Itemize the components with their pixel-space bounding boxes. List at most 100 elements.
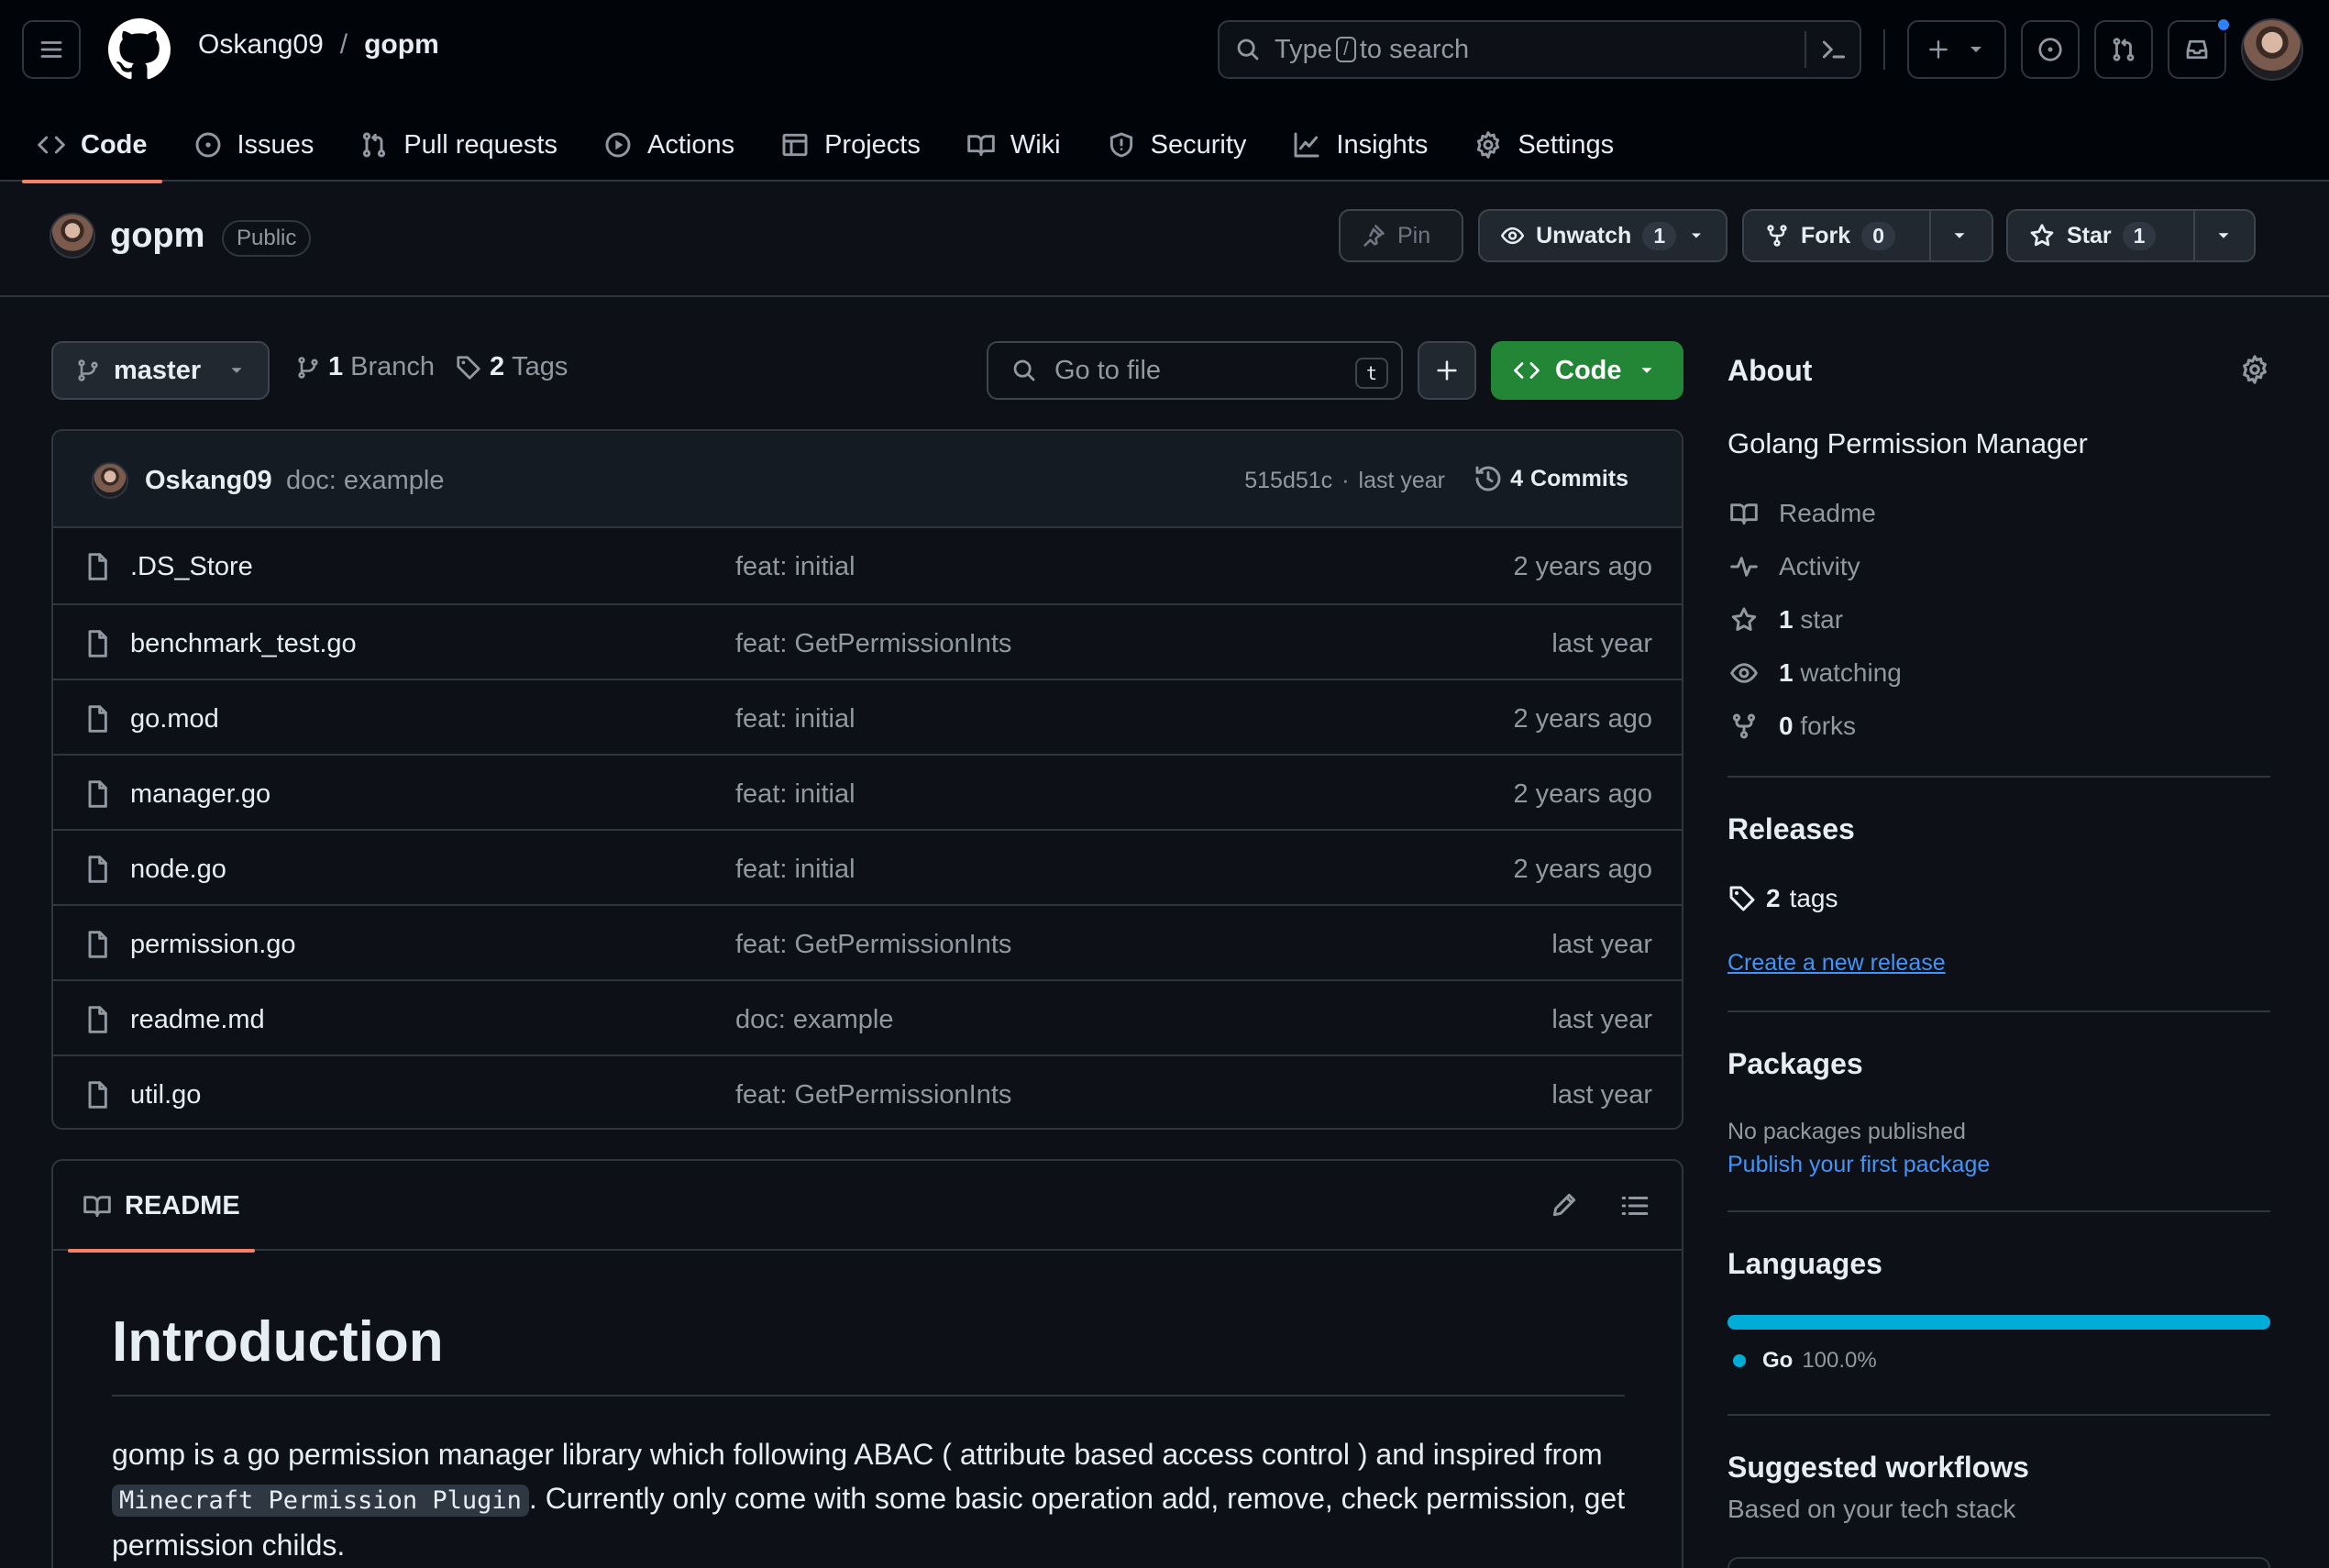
fork-button[interactable]: Fork 0 bbox=[1742, 209, 1993, 262]
commit-time: last year bbox=[1358, 468, 1445, 493]
file-commit-message[interactable]: feat: initial bbox=[735, 779, 855, 810]
search-input[interactable]: Type / to search bbox=[1218, 20, 1861, 79]
breadcrumb-repo[interactable]: gopm bbox=[364, 29, 439, 61]
tag-icon bbox=[1729, 886, 1755, 911]
file-commit-time: 2 years ago bbox=[1513, 552, 1652, 581]
readme-link[interactable]: Readme bbox=[1727, 499, 1876, 528]
pull-requests-button[interactable] bbox=[2094, 20, 2153, 79]
eye-icon bbox=[1501, 226, 1525, 245]
file-commit-message[interactable]: feat: GetPermissionInts bbox=[735, 629, 1011, 659]
command-palette-icon[interactable] bbox=[1819, 35, 1849, 64]
gear-icon[interactable] bbox=[2239, 354, 2270, 385]
file-row[interactable]: util.go feat: GetPermissionInts last year bbox=[53, 1055, 1682, 1128]
language-percent: 100.0% bbox=[1802, 1348, 1877, 1373]
user-avatar[interactable] bbox=[2241, 18, 2303, 81]
forks-link[interactable]: 0 forks bbox=[1727, 712, 1856, 741]
add-file-button[interactable] bbox=[1418, 341, 1476, 400]
file-name[interactable]: .DS_Store bbox=[130, 552, 253, 582]
menu-button[interactable] bbox=[22, 20, 81, 79]
file-row[interactable]: .DS_Store feat: initial 2 years ago bbox=[53, 528, 1682, 603]
commit-meta: 515d51c · last year bbox=[1244, 468, 1445, 494]
language-legend-item[interactable]: Go 100.0% bbox=[1733, 1348, 1877, 1374]
file-name[interactable]: manager.go bbox=[130, 779, 270, 810]
fork-dropdown-button[interactable] bbox=[1929, 211, 1988, 260]
languages-heading: Languages bbox=[1727, 1247, 1882, 1280]
create-new-button[interactable] bbox=[1907, 20, 2006, 79]
code-button[interactable]: Code bbox=[1491, 341, 1683, 400]
file-row[interactable]: permission.go feat: GetPermissionInts last… bbox=[53, 904, 1682, 979]
readme-tab[interactable]: README bbox=[68, 1161, 255, 1253]
release-tags-link[interactable]: 2 tags bbox=[1727, 884, 1838, 913]
tab-settings[interactable]: Settings bbox=[1459, 108, 1628, 182]
file-name[interactable]: benchmark_test.go bbox=[130, 629, 357, 659]
publish-package-link[interactable]: Publish your first package bbox=[1727, 1152, 1990, 1178]
file-name[interactable]: permission.go bbox=[130, 930, 296, 960]
tab-pull-requests[interactable]: Pull requests bbox=[345, 108, 572, 182]
issues-button[interactable] bbox=[2021, 20, 2080, 79]
pin-button[interactable]: Pin bbox=[1339, 209, 1463, 262]
file-name[interactable]: go.mod bbox=[130, 704, 219, 734]
create-release-link[interactable]: Create a new release bbox=[1727, 950, 1946, 977]
commit-author[interactable]: Oskang09 bbox=[145, 466, 272, 496]
commit-message[interactable]: doc: example bbox=[286, 466, 445, 496]
file-row[interactable]: benchmark_test.go feat: GetPermissionInts… bbox=[53, 603, 1682, 679]
star-dropdown-button[interactable] bbox=[2193, 211, 2252, 260]
go-to-file-input[interactable]: Go to file t bbox=[987, 341, 1403, 400]
file-commit-message[interactable]: doc: example bbox=[735, 1005, 894, 1035]
file-commit-time: 2 years ago bbox=[1513, 855, 1652, 884]
github-logo-icon[interactable] bbox=[108, 18, 171, 81]
file-commit-message[interactable]: feat: GetPermissionInts bbox=[735, 1080, 1011, 1110]
file-row[interactable]: readme.md doc: example last year bbox=[53, 979, 1682, 1055]
watching-link[interactable]: 1 watching bbox=[1727, 658, 1902, 688]
file-commit-message[interactable]: feat: initial bbox=[735, 855, 855, 885]
file-name[interactable]: node.go bbox=[130, 855, 226, 885]
tab-security[interactable]: Security bbox=[1092, 108, 1262, 182]
watching-label: watching bbox=[1800, 658, 1902, 687]
file-name[interactable]: readme.md bbox=[130, 1005, 265, 1035]
visibility-badge: Public bbox=[222, 220, 312, 257]
commit-sha[interactable]: 515d51c bbox=[1244, 468, 1332, 494]
tab-issues[interactable]: Issues bbox=[179, 108, 329, 182]
workflow-card[interactable] bbox=[1727, 1557, 2270, 1568]
file-row[interactable]: node.go feat: initial 2 years ago bbox=[53, 829, 1682, 904]
file-commit-message[interactable]: feat: GetPermissionInts bbox=[735, 930, 1011, 960]
file-commit-message[interactable]: feat: initial bbox=[735, 552, 855, 582]
unwatch-button[interactable]: Unwatch 1 bbox=[1478, 209, 1727, 262]
sidebar-divider bbox=[1727, 1210, 2270, 1212]
star-icon bbox=[1731, 607, 1757, 631]
file-row[interactable]: go.mod feat: initial 2 years ago bbox=[53, 679, 1682, 754]
tags-link[interactable]: 2 Tags bbox=[455, 352, 568, 382]
stars-link[interactable]: 1 star bbox=[1727, 605, 1843, 635]
caret-down-icon bbox=[1954, 233, 1965, 238]
code-icon bbox=[1514, 362, 1540, 379]
releases-heading[interactable]: Releases bbox=[1727, 812, 1855, 846]
repo-owner-avatar[interactable] bbox=[50, 213, 95, 259]
repo-title[interactable]: gopm bbox=[110, 216, 204, 256]
header-divider bbox=[1883, 29, 1885, 70]
branch-selector[interactable]: master bbox=[51, 341, 270, 400]
tab-actions[interactable]: Actions bbox=[589, 108, 749, 182]
branches-link[interactable]: 1 Branch bbox=[295, 352, 435, 382]
pencil-icon[interactable] bbox=[1550, 1190, 1579, 1220]
tab-projects[interactable]: Projects bbox=[766, 108, 935, 182]
tag-label: Tags bbox=[512, 352, 568, 381]
tab-insights[interactable]: Insights bbox=[1277, 108, 1442, 182]
tab-wiki[interactable]: Wiki bbox=[952, 108, 1076, 182]
tab-label: Wiki bbox=[1010, 129, 1061, 160]
star-button[interactable]: Star 1 bbox=[2006, 209, 2256, 262]
commit-author-avatar[interactable] bbox=[92, 462, 128, 499]
pulse-icon bbox=[1730, 557, 1758, 577]
tab-code[interactable]: Code bbox=[22, 108, 162, 183]
packages-heading[interactable]: Packages bbox=[1727, 1047, 1863, 1081]
branch-icon bbox=[298, 356, 318, 379]
list-icon[interactable] bbox=[1619, 1190, 1650, 1221]
fork-icon bbox=[1767, 225, 1787, 247]
commits-link[interactable]: 4 Commits bbox=[1474, 464, 1628, 493]
file-row[interactable]: manager.go feat: initial 2 years ago bbox=[53, 754, 1682, 829]
star-icon bbox=[2030, 224, 2054, 247]
file-commit-message[interactable]: feat: initial bbox=[735, 704, 855, 734]
breadcrumb-owner[interactable]: Oskang09 bbox=[198, 29, 324, 61]
activity-link[interactable]: Activity bbox=[1727, 552, 1860, 581]
file-name[interactable]: util.go bbox=[130, 1080, 201, 1110]
go-to-file-shortcut: t bbox=[1355, 358, 1388, 389]
